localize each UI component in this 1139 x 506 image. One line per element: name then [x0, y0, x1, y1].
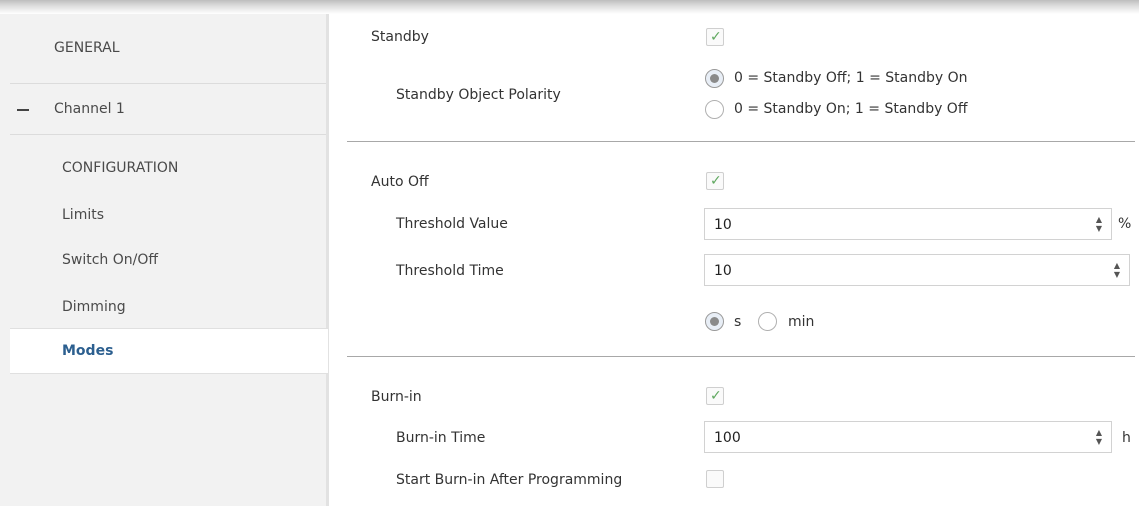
standby-label: Standby: [371, 29, 429, 45]
spin-up-icon[interactable]: ▲: [1095, 428, 1103, 437]
standby-polarity-label: Standby Object Polarity: [396, 87, 561, 103]
sidebar-item-channel-1[interactable]: Channel 1: [54, 101, 125, 117]
burn-in-time-label: Burn-in Time: [396, 430, 486, 446]
sidebar-item-switch-on-off[interactable]: Switch On/Off: [62, 252, 158, 268]
window-top-shadow: [0, 0, 1139, 14]
collapse-icon[interactable]: [17, 109, 29, 111]
standby-polarity-radio-0[interactable]: [705, 69, 724, 88]
sidebar: [0, 14, 328, 506]
spin-down-icon[interactable]: ▼: [1113, 270, 1121, 279]
threshold-value-label: Threshold Value: [396, 216, 508, 232]
start-burn-in-label: Start Burn-in After Programming: [396, 472, 623, 488]
spin-up-icon[interactable]: ▲: [1113, 261, 1121, 270]
standby-polarity-option-1: 0 = Standby On; 1 = Standby Off: [734, 101, 968, 117]
sidebar-item-modes-selected[interactable]: [10, 328, 328, 374]
threshold-value-unit: %: [1118, 216, 1132, 232]
sidebar-item-dimming[interactable]: Dimming: [62, 299, 126, 315]
start-burn-in-checkbox[interactable]: [706, 470, 724, 488]
spin-arrows[interactable]: ▲ ▼: [1095, 215, 1103, 233]
spin-down-icon[interactable]: ▼: [1095, 224, 1103, 233]
sidebar-item-configuration[interactable]: CONFIGURATION: [62, 160, 178, 176]
auto-off-label: Auto Off: [371, 174, 429, 190]
threshold-value-field[interactable]: 10: [714, 217, 732, 233]
threshold-time-label: Threshold Time: [396, 263, 504, 279]
time-unit-s-label: s: [734, 314, 742, 330]
standby-checkbox[interactable]: ✓: [706, 28, 724, 46]
standby-polarity-radio-1[interactable]: [705, 100, 724, 119]
threshold-time-stepper[interactable]: 10 ▲ ▼: [704, 254, 1130, 286]
standby-polarity-option-0: 0 = Standby Off; 1 = Standby On: [734, 70, 968, 86]
section-divider: [347, 356, 1135, 357]
check-icon: ✓: [710, 388, 722, 404]
burn-in-time-field[interactable]: 100: [714, 430, 741, 446]
threshold-time-field[interactable]: 10: [714, 263, 732, 279]
sidebar-item-general[interactable]: GENERAL: [54, 40, 120, 56]
auto-off-checkbox[interactable]: ✓: [706, 172, 724, 190]
section-divider: [347, 141, 1135, 142]
spin-up-icon[interactable]: ▲: [1095, 215, 1103, 224]
check-icon: ✓: [710, 29, 722, 45]
time-unit-radio-min[interactable]: [758, 312, 777, 331]
sidebar-item-modes[interactable]: Modes: [62, 343, 113, 359]
sidebar-separator: [10, 83, 326, 84]
spin-arrows[interactable]: ▲ ▼: [1113, 261, 1121, 279]
sidebar-separator: [10, 134, 326, 135]
burn-in-checkbox[interactable]: ✓: [706, 387, 724, 405]
burn-in-label: Burn-in: [371, 389, 422, 405]
spin-arrows[interactable]: ▲ ▼: [1095, 428, 1103, 446]
time-unit-radio-s[interactable]: [705, 312, 724, 331]
burn-in-time-stepper[interactable]: 100 ▲ ▼: [704, 421, 1112, 453]
burn-in-time-unit: h: [1122, 430, 1131, 446]
threshold-value-stepper[interactable]: 10 ▲ ▼: [704, 208, 1112, 240]
sidebar-divider: [326, 14, 329, 506]
time-unit-min-label: min: [788, 314, 815, 330]
sidebar-item-limits[interactable]: Limits: [62, 207, 104, 223]
spin-down-icon[interactable]: ▼: [1095, 437, 1103, 446]
check-icon: ✓: [710, 173, 722, 189]
